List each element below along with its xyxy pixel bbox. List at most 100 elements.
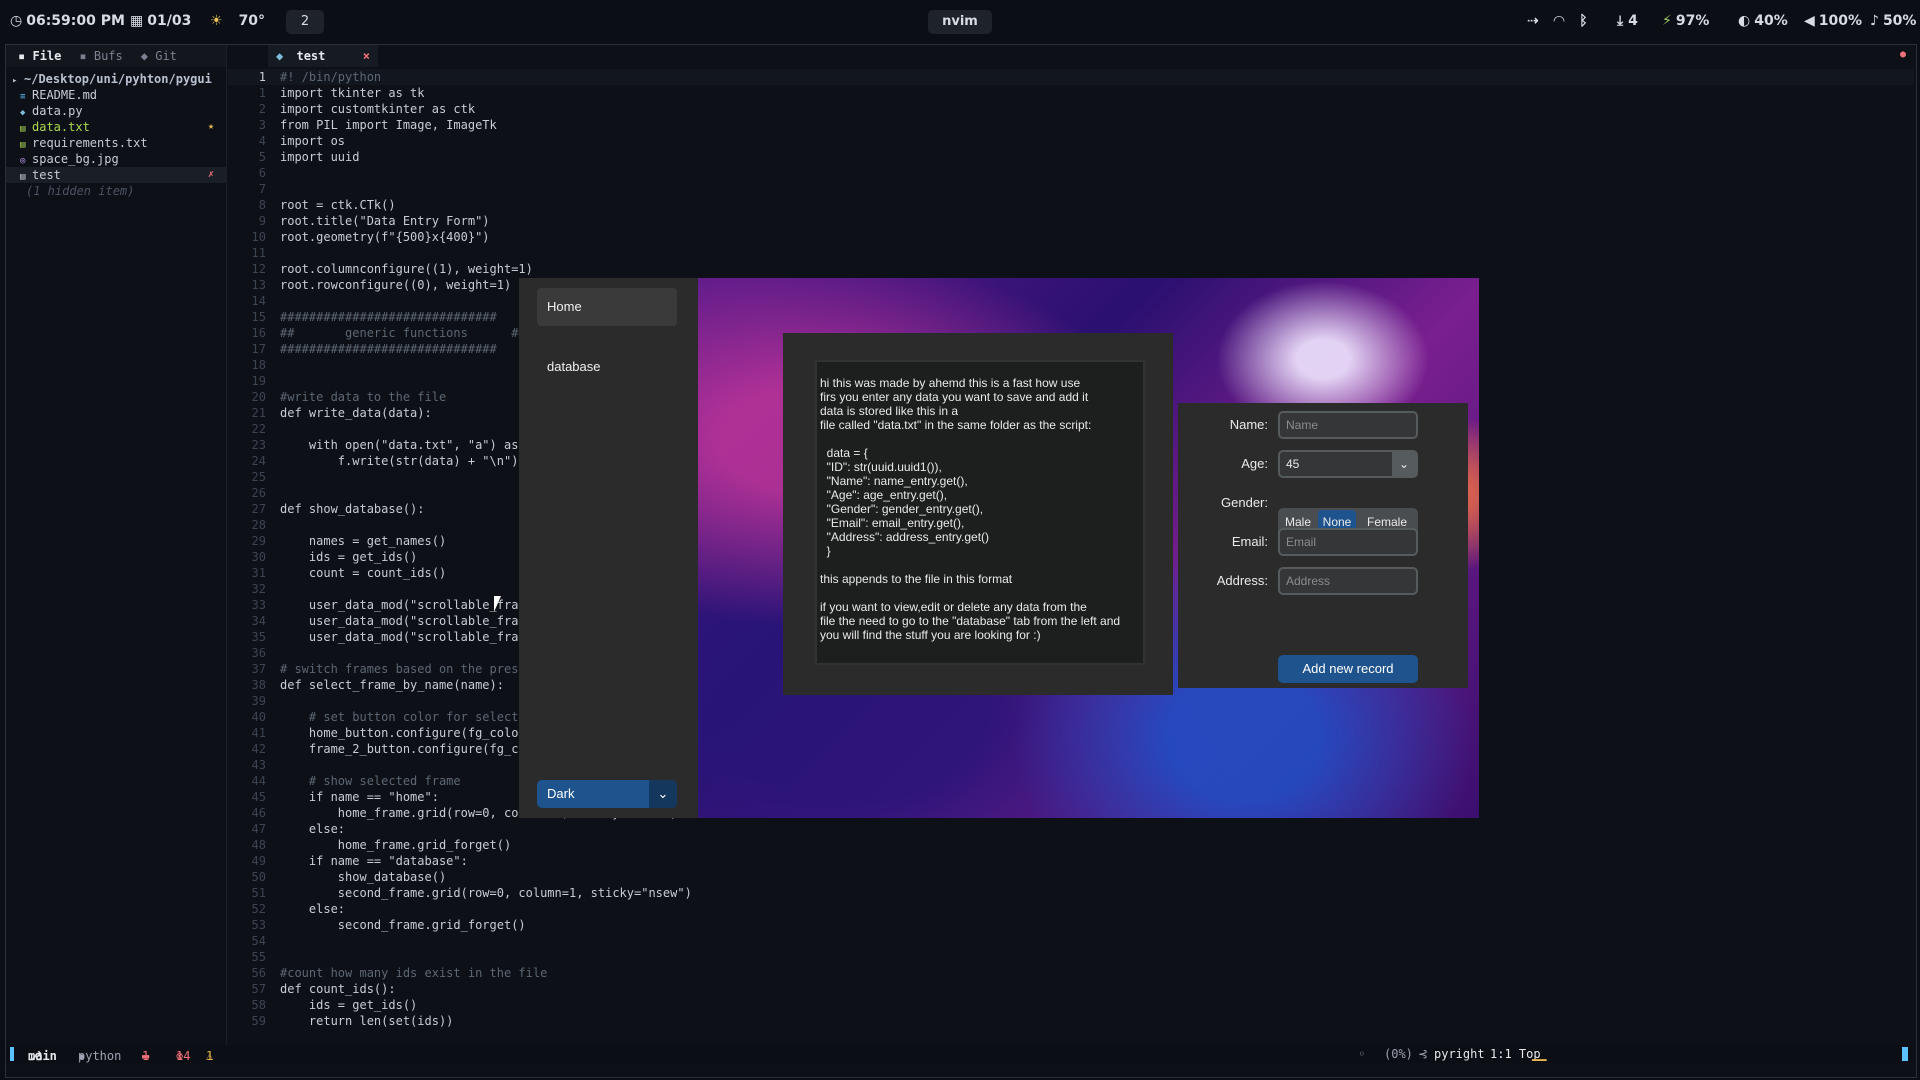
appearance-mode-select[interactable]: Dark ⌄ (537, 780, 677, 808)
data-entry-app-window[interactable]: Home database Dark ⌄ hi this was made by… (519, 278, 1479, 818)
code-line[interactable]: 51 second_frame.grid(row=0, column=1, st… (228, 885, 1914, 901)
code-line[interactable]: 56 #count how many ids exist in the file (228, 965, 1914, 981)
line-number: 4 (258, 134, 266, 148)
volume-widget[interactable]: ◀ 100% (1804, 13, 1862, 29)
code-line[interactable]: 48 home_frame.grid_forget() (228, 837, 1914, 853)
close-icon[interactable]: × (363, 45, 370, 67)
line-text: home_button.configure(fg_color= (280, 726, 533, 740)
dot-icon: ● (1899, 49, 1906, 60)
code-line[interactable]: 2 import customtkinter as ctk (228, 101, 1914, 117)
line-number: 25 (251, 470, 266, 484)
code-line[interactable]: 3 from PIL import Image, ImageTk (228, 117, 1914, 133)
line-number: 45 (251, 790, 266, 804)
code-line[interactable]: 10 root.geometry(f"{500}x{400}") (228, 229, 1914, 245)
line-text: # show selected frame (280, 774, 461, 788)
code-line[interactable]: 58 ids = get_ids() (228, 997, 1914, 1013)
code-line[interactable]: 59 return len(set(ids)) (228, 1013, 1914, 1029)
line-text: def select_frame_by_name(name): (280, 678, 504, 692)
line-text: frame_2_button.configure(fg_colo (280, 742, 541, 756)
date-widget[interactable]: ▦ 01/03 (130, 13, 191, 29)
code-line[interactable]: 4 import os (228, 133, 1914, 149)
code-line[interactable]: 1 import tkinter as tk (228, 85, 1914, 101)
line-text: from PIL import Image, ImageTk (280, 118, 497, 132)
volume-text: 100% (1818, 13, 1863, 29)
add-record-button[interactable]: Add new record (1278, 655, 1418, 683)
git-icon: ◆ (140, 49, 148, 63)
line-text: #count how many ids exist in the file (280, 966, 548, 980)
nav-database-button[interactable]: database (537, 348, 677, 386)
wifi-icon[interactable]: ◠ (1554, 13, 1565, 29)
code-line[interactable]: 47 else: (228, 821, 1914, 837)
tab-git[interactable]: ◆ Git (141, 49, 177, 63)
info-text-line: this appends to the file in this format (820, 572, 1013, 586)
code-line[interactable]: 6 (228, 165, 1914, 181)
code-line[interactable]: 53 second_frame.grid_forget() (228, 917, 1914, 933)
tab-bufs[interactable]: ▪ Bufs (79, 49, 122, 63)
info-textbox[interactable]: hi this was made by ahemd this is a fast… (815, 360, 1145, 665)
code-line[interactable]: 55 (228, 949, 1914, 965)
code-line[interactable]: 7 (228, 181, 1914, 197)
line-number: 10 (251, 230, 266, 244)
nav-home-button[interactable]: Home (537, 288, 677, 326)
chevron-down-icon[interactable]: ⌄ (649, 780, 677, 808)
code-line[interactable]: 52 else: (228, 901, 1914, 917)
clock-widget[interactable]: ◷ 06:59:00 PM (10, 13, 125, 29)
file-tree[interactable]: ▪ File ▪ Bufs ◆ Git ▸ ~/Desktop/uni/pyhto… (6, 45, 227, 1045)
mic-icon: ♪ (1870, 13, 1879, 29)
line-text: root = ctk.CTk() (280, 198, 396, 212)
top-status-bar: ◷ 06:59:00 PM ▦ 01/03 ☀ 70° 2 nvim ⇢ ◠ ᛒ ⤓ … (0, 0, 1920, 44)
brightness-widget[interactable]: ◐ 40% (1738, 13, 1788, 29)
address-field[interactable]: Address (1278, 567, 1418, 595)
scrollbar-indicator: ▁▁ (1532, 1047, 1547, 1061)
mic-widget[interactable]: ♪ 50% (1870, 13, 1916, 29)
tree-item-data-py[interactable]: ◆ data.py (6, 103, 226, 119)
line-text: #! /bin/python (280, 70, 382, 84)
network-icon[interactable]: ⇢ (1527, 13, 1539, 29)
line-text: f.write(str(data) + "\n") (280, 454, 519, 468)
line-text: root.title("Data Entry Form") (280, 214, 490, 228)
code-line[interactable]: 50 show_database() (228, 869, 1914, 885)
chevron-down-icon[interactable]: ⌄ (1392, 452, 1416, 476)
code-line[interactable]: 12 root.columnconfigure((1), weight=1) (228, 261, 1914, 277)
line-number: 13 (251, 278, 266, 292)
downloads-widget[interactable]: ⤓ 4 (1617, 13, 1638, 29)
code-line[interactable]: 8 root = ctk.CTk() (228, 197, 1914, 213)
download-icon: ⤓ (1617, 13, 1624, 29)
code-line[interactable]: 11 (228, 245, 1914, 261)
workspace-indicator[interactable]: 2 (286, 10, 324, 34)
tree-item-requirements[interactable]: ▤ requirements.txt (6, 135, 226, 151)
tray-icons[interactable]: ⇢ ◠ ᛒ (1527, 13, 1588, 29)
line-number: 55 (251, 950, 266, 964)
age-combobox[interactable]: 45 ⌄ (1278, 450, 1418, 478)
appearance-mode-value: Dark (547, 786, 575, 801)
weather-widget[interactable]: ☀ 70° (210, 13, 265, 29)
bluetooth-icon[interactable]: ᛒ (1579, 13, 1587, 29)
tab-file[interactable]: ▪ File (18, 49, 61, 63)
code-line[interactable]: 57 def count_ids(): (228, 981, 1914, 997)
name-label: Name: (1229, 417, 1268, 432)
tree-item-data-txt[interactable]: ▤ data.txt ★ (6, 119, 226, 135)
name-field[interactable]: Name (1278, 411, 1418, 439)
tree-root[interactable]: ▸ ~/Desktop/uni/pyhton/pygui (6, 71, 226, 87)
tree-item-readme[interactable]: ≡ README.md (6, 87, 226, 103)
code-line[interactable]: 5 import uuid (228, 149, 1914, 165)
line-number: 59 (251, 1014, 266, 1028)
line-text: else: (280, 902, 346, 916)
line-text: show_database() (280, 870, 447, 884)
code-line[interactable]: 49 if name == "database": (228, 853, 1914, 869)
buffer-icon: ▪ (79, 49, 87, 63)
line-number: 49 (251, 854, 266, 868)
buffer-tab-test[interactable]: ◆ test × (268, 45, 378, 67)
code-line[interactable]: 54 (228, 933, 1914, 949)
tree-item-test[interactable]: ▤ test ✗ (6, 167, 226, 183)
line-number: 17 (251, 342, 266, 356)
code-line[interactable]: 1 #! /bin/python (228, 69, 1914, 85)
info-text-line: if you want to view,edit or delete any d… (820, 600, 1087, 614)
tree-item-space-bg[interactable]: ◎ space_bg.jpg (6, 151, 226, 167)
info-text-line: data is stored like this in a (820, 404, 959, 418)
line-number: 54 (251, 934, 266, 948)
battery-widget[interactable]: ⚡ 97% (1662, 13, 1709, 29)
code-line[interactable]: 9 root.title("Data Entry Form") (228, 213, 1914, 229)
email-field[interactable]: Email (1278, 528, 1418, 556)
age-label: Age: (1241, 456, 1268, 471)
